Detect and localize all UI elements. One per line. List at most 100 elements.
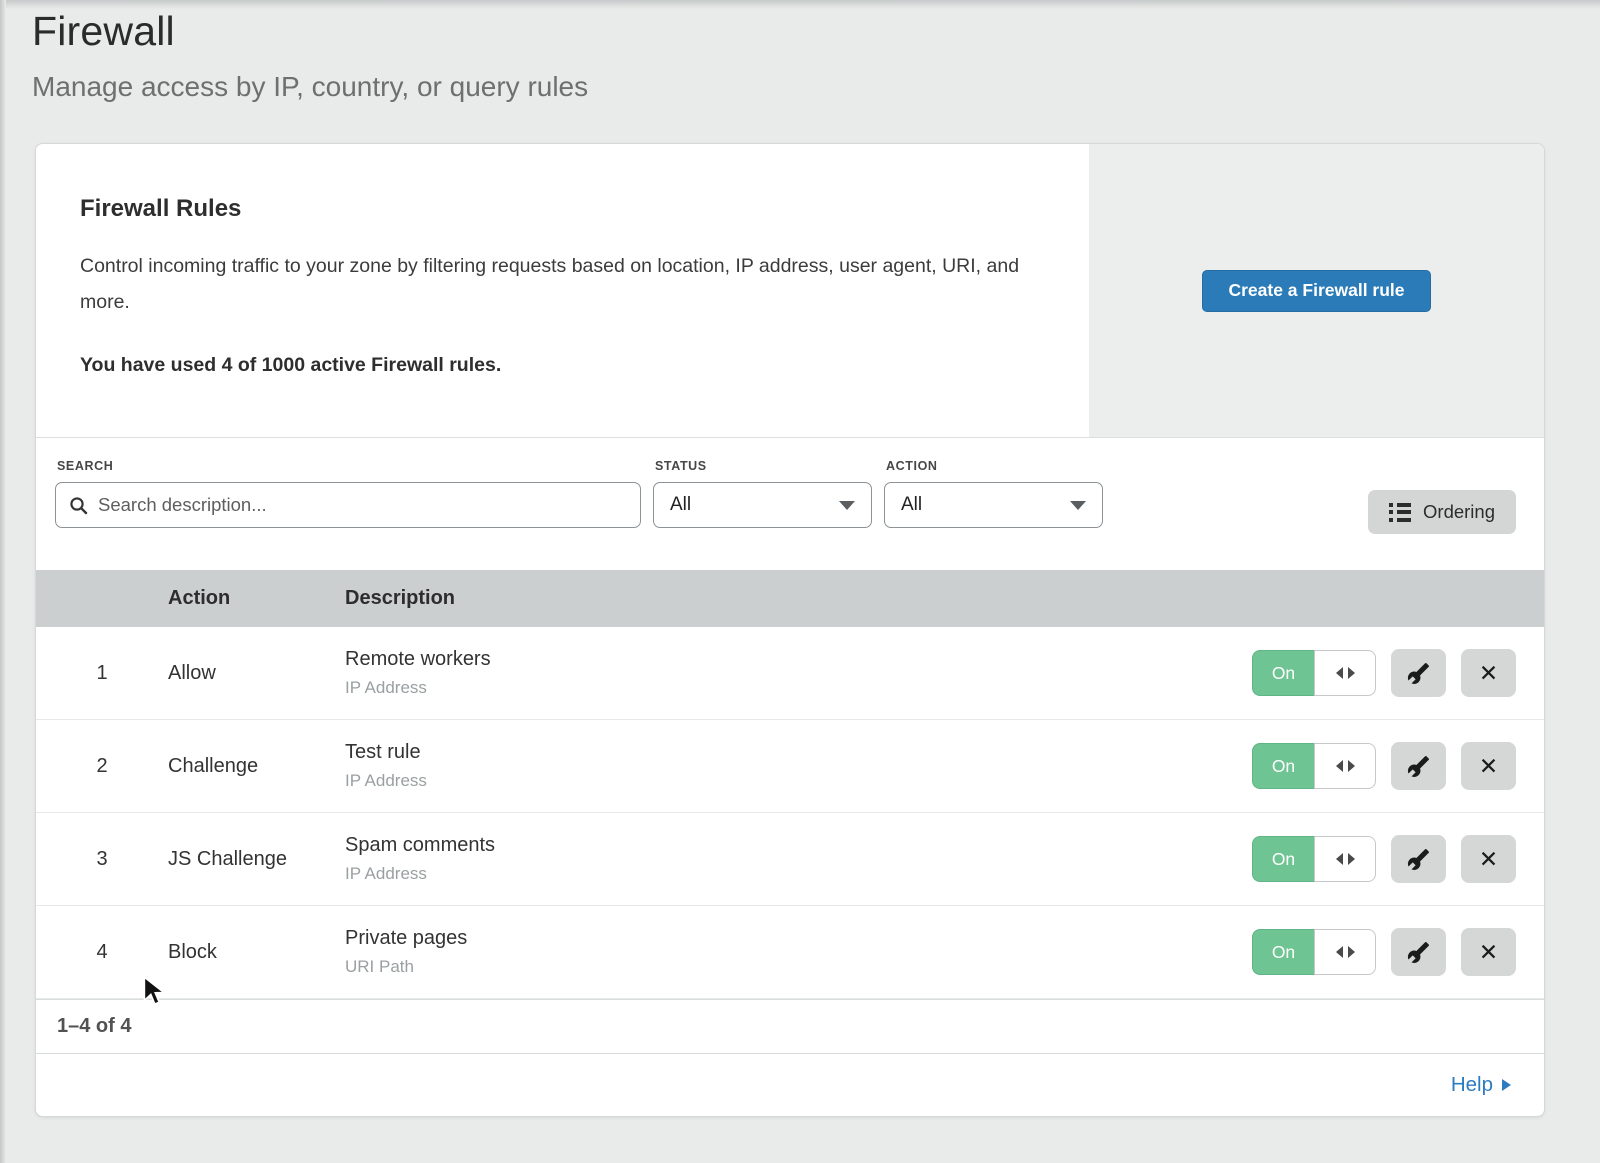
card-title: Firewall Rules [80, 195, 1029, 223]
status-selected-value: All [670, 494, 691, 516]
toggle-on-state[interactable]: On [1252, 650, 1314, 696]
wrench-icon [1407, 755, 1430, 778]
rules-usage-text: You have used 4 of 1000 active Firewall … [80, 354, 1029, 377]
arrow-right-icon [1502, 1079, 1511, 1091]
rule-toggle: On [1252, 929, 1376, 975]
table-row: 3 JS Challenge Spam comments IP Address … [36, 813, 1544, 906]
pagination-status: 1–4 of 4 [36, 999, 1544, 1053]
page-header: Firewall Manage access by IP, country, o… [32, 8, 588, 103]
ordering-button-label: Ordering [1423, 501, 1495, 523]
rule-action: Allow [168, 662, 345, 685]
description-column-header: Description [345, 587, 1544, 610]
toggle-handle[interactable] [1314, 650, 1376, 696]
rule-match-type: IP Address [345, 771, 1252, 791]
close-icon: ✕ [1479, 662, 1498, 685]
delete-rule-button[interactable]: ✕ [1461, 742, 1516, 790]
rule-description-cell: Private pages URI Path [345, 927, 1252, 977]
rule-match-type: IP Address [345, 678, 1252, 698]
toggle-handle[interactable] [1314, 743, 1376, 789]
help-link-label: Help [1451, 1073, 1493, 1097]
rule-controls: On ✕ [1252, 928, 1544, 976]
arrow-right-icon [1348, 760, 1355, 772]
rule-action: JS Challenge [168, 848, 345, 871]
rule-description: Test rule [345, 741, 1252, 764]
status-select[interactable]: All [653, 482, 872, 528]
rule-priority: 4 [36, 941, 168, 964]
arrow-right-icon [1348, 946, 1355, 958]
edit-rule-button[interactable] [1391, 835, 1446, 883]
chevron-down-icon [1070, 501, 1086, 510]
rule-controls: On ✕ [1252, 835, 1544, 883]
edit-rule-button[interactable] [1391, 649, 1446, 697]
arrow-right-icon [1348, 667, 1355, 679]
wrench-icon [1407, 662, 1430, 685]
search-input[interactable] [98, 494, 627, 516]
rule-action: Block [168, 941, 345, 964]
arrow-left-icon [1336, 853, 1343, 865]
firewall-rules-card: Firewall Rules Control incoming traffic … [35, 143, 1545, 1117]
toggle-on-state[interactable]: On [1252, 929, 1314, 975]
rule-description: Spam comments [345, 834, 1252, 857]
page-subtitle: Manage access by IP, country, or query r… [32, 71, 588, 103]
arrow-left-icon [1336, 946, 1343, 958]
toggle-handle[interactable] [1314, 836, 1376, 882]
help-link[interactable]: Help [1451, 1073, 1511, 1097]
delete-rule-button[interactable]: ✕ [1461, 835, 1516, 883]
edit-rule-button[interactable] [1391, 928, 1446, 976]
rule-priority: 3 [36, 848, 168, 871]
action-select[interactable]: All [884, 482, 1103, 528]
list-ordering-icon [1389, 503, 1411, 522]
rule-match-type: URI Path [345, 957, 1252, 977]
wrench-icon [1407, 941, 1430, 964]
toggle-on-state[interactable]: On [1252, 836, 1314, 882]
rule-match-type: IP Address [345, 864, 1252, 884]
rule-description-cell: Remote workers IP Address [345, 648, 1252, 698]
status-label: STATUS [655, 459, 872, 473]
ordering-button[interactable]: Ordering [1368, 490, 1516, 534]
rule-description-cell: Spam comments IP Address [345, 834, 1252, 884]
rule-toggle: On [1252, 650, 1376, 696]
rule-toggle: On [1252, 836, 1376, 882]
search-icon [69, 496, 88, 515]
arrow-left-icon [1336, 760, 1343, 772]
rule-description: Private pages [345, 927, 1252, 950]
card-description: Control incoming traffic to your zone by… [80, 248, 1029, 320]
close-icon: ✕ [1479, 941, 1498, 964]
toggle-handle[interactable] [1314, 929, 1376, 975]
search-label: SEARCH [57, 459, 641, 473]
create-firewall-rule-button[interactable]: Create a Firewall rule [1202, 270, 1430, 312]
close-icon: ✕ [1479, 755, 1498, 778]
table-header: Action Description [36, 570, 1544, 627]
table-row: 2 Challenge Test rule IP Address On ✕ [36, 720, 1544, 813]
action-label: ACTION [886, 459, 1103, 473]
window-left-edge [0, 0, 6, 1163]
rule-description-cell: Test rule IP Address [345, 741, 1252, 791]
create-rule-panel: Create a Firewall rule [1089, 144, 1544, 437]
table-row: 1 Allow Remote workers IP Address On ✕ [36, 627, 1544, 720]
arrow-right-icon [1348, 853, 1355, 865]
chevron-down-icon [839, 501, 855, 510]
search-box[interactable] [55, 482, 641, 528]
table-row: 4 Block Private pages URI Path On ✕ [36, 906, 1544, 999]
rule-toggle: On [1252, 743, 1376, 789]
toggle-on-state[interactable]: On [1252, 743, 1314, 789]
rule-controls: On ✕ [1252, 742, 1544, 790]
filters-bar: SEARCH STATUS All ACTION All [36, 438, 1544, 570]
rule-priority: 1 [36, 662, 168, 685]
wrench-icon [1407, 848, 1430, 871]
arrow-left-icon [1336, 667, 1343, 679]
rule-controls: On ✕ [1252, 649, 1544, 697]
firewall-rules-intro: Firewall Rules Control incoming traffic … [36, 144, 1544, 438]
card-footer: Help [36, 1053, 1544, 1115]
rule-action: Challenge [168, 755, 345, 778]
action-column-header: Action [168, 587, 345, 610]
close-icon: ✕ [1479, 848, 1498, 871]
delete-rule-button[interactable]: ✕ [1461, 649, 1516, 697]
intro-text-block: Firewall Rules Control incoming traffic … [36, 144, 1089, 437]
search-filter: SEARCH [55, 459, 641, 528]
delete-rule-button[interactable]: ✕ [1461, 928, 1516, 976]
rule-description: Remote workers [345, 648, 1252, 671]
status-filter: STATUS All [653, 459, 872, 528]
action-filter: ACTION All [884, 459, 1103, 528]
edit-rule-button[interactable] [1391, 742, 1446, 790]
